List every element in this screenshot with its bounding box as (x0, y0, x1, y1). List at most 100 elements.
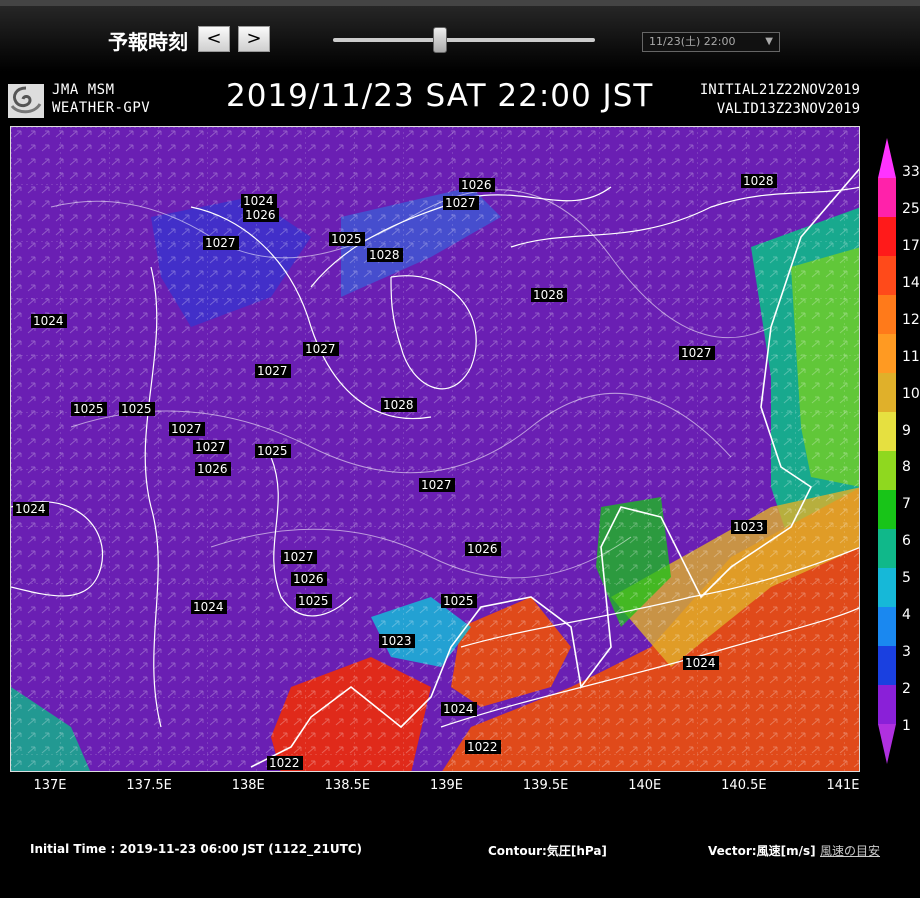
isobar-label: 1024 (191, 600, 227, 614)
svg-text:1024: 1024 (243, 194, 274, 208)
model-name-line2: WEATHER-GPV (52, 100, 151, 116)
isobar-label: 1024 (31, 314, 67, 328)
longitude-tick-label: 137.5E (126, 778, 172, 793)
svg-text:1027: 1027 (305, 342, 336, 356)
svg-text:1027: 1027 (681, 346, 712, 360)
svg-text:1024: 1024 (443, 702, 474, 716)
wind-speed-guide-link[interactable]: 風速の目安 (820, 842, 880, 859)
colorbar-segment (878, 646, 896, 686)
colorbar-label: 6 (902, 533, 911, 550)
svg-text:1025: 1025 (443, 594, 474, 608)
isobar-label: 1024 (441, 702, 477, 716)
svg-text:1028: 1028 (533, 288, 564, 302)
svg-text:1022: 1022 (269, 756, 300, 770)
time-select-value: 11/23(土) 22:00 (649, 35, 736, 48)
svg-text:1026: 1026 (467, 542, 498, 556)
weather-map: 1024 1026 1027 1025 1028 1026 1027 1028 1028 1024… (10, 126, 860, 772)
colorbar-bottom-tip (878, 724, 896, 764)
prev-time-button[interactable]: < (198, 26, 230, 52)
map-title: 2019/11/23 SAT 22:00 JST (226, 78, 654, 114)
time-select-dropdown[interactable]: 11/23(土) 22:00 ▼ (642, 32, 780, 52)
isobar-label: 1026 (195, 462, 231, 476)
isobar-label: 1027 (169, 422, 205, 436)
colorbar-segment (878, 295, 896, 335)
isobar-label: 1027 (443, 196, 479, 210)
next-time-button[interactable]: > (238, 26, 270, 52)
isobar-label: 1028 (367, 248, 403, 262)
colorbar-label: 9 (902, 422, 911, 439)
model-name-line1: JMA MSM (52, 82, 115, 98)
colorbar-segment (878, 373, 896, 413)
isobar-label: 1026 (291, 572, 327, 586)
isobar-label: 1022 (465, 740, 501, 754)
isobar-label: 1028 (531, 288, 567, 302)
svg-text:1024: 1024 (685, 656, 716, 670)
footer-contour-legend: Contour:気圧[hPa] (488, 844, 607, 858)
colorbar-label: 3 (902, 644, 911, 661)
isobar-label: 1023 (731, 520, 767, 534)
isobar-label: 1024 (13, 502, 49, 516)
isobar-label: 1025 (329, 232, 365, 246)
svg-text:1024: 1024 (193, 600, 224, 614)
forecast-time-label: 予報時刻 (108, 30, 188, 54)
svg-text:1026: 1026 (245, 208, 276, 222)
jma-logo-icon (8, 84, 44, 118)
colorbar-label: 17 (902, 237, 920, 254)
colorbar-label: 25 (902, 200, 920, 217)
footer-vector-legend: Vector:風速[m/s] (708, 844, 816, 858)
colorbar-label: 8 (902, 459, 911, 476)
longitude-tick-label: 140E (628, 778, 662, 793)
svg-text:1025: 1025 (331, 232, 362, 246)
colorbar-label: 33 (902, 164, 920, 180)
time-slider-track[interactable] (333, 38, 595, 42)
svg-text:1028: 1028 (743, 174, 774, 188)
colorbar-label: 14 (902, 274, 920, 291)
isobar-label: 1023 (379, 634, 415, 648)
longitude-tick-label: 137E (33, 778, 67, 793)
isobar-label: 1025 (71, 402, 107, 416)
colorbar-segment (878, 178, 896, 218)
svg-text:1026: 1026 (461, 178, 492, 192)
svg-text:1025: 1025 (298, 594, 329, 608)
svg-text:1025: 1025 (73, 402, 104, 416)
wind-speed-colorbar (878, 138, 896, 764)
valid-time-code: VALID13Z23NOV2019 (716, 101, 860, 117)
isobar-label: 1025 (296, 594, 332, 608)
svg-text:1027: 1027 (205, 236, 236, 250)
isobar-label: 1022 (267, 756, 303, 770)
colorbar-label: 1 (902, 718, 911, 734)
colorbar-segment (878, 256, 896, 296)
toolbar-strip (0, 0, 920, 6)
svg-text:1027: 1027 (421, 478, 452, 492)
colorbar-segment (878, 217, 896, 257)
top-toolbar: 予報時刻 < > 11/23(土) 22:00 ▼ (0, 0, 920, 72)
isobar-label: 1024 (241, 194, 277, 208)
svg-text:1025: 1025 (121, 402, 152, 416)
svg-text:1023: 1023 (733, 520, 764, 534)
isobar-label: 1027 (203, 236, 239, 250)
isobar-label: 1025 (255, 444, 291, 458)
svg-text:1027: 1027 (257, 364, 288, 378)
isobar-label: 1028 (741, 174, 777, 188)
chevron-down-icon: ▼ (765, 36, 773, 47)
svg-text:1028: 1028 (369, 248, 400, 262)
isobar-label: 1027 (419, 478, 455, 492)
colorbar-segment (878, 451, 896, 491)
isobar-label: 1027 (303, 342, 339, 356)
colorbar-label: 11 (902, 348, 920, 365)
svg-text:1028: 1028 (383, 398, 414, 412)
longitude-tick-label: 139.5E (522, 778, 569, 793)
time-slider-handle[interactable] (433, 27, 448, 53)
isobar-label: 1025 (119, 402, 155, 416)
svg-text:1024: 1024 (15, 502, 46, 516)
svg-text:1026: 1026 (197, 462, 228, 476)
colorbar-segment (878, 529, 896, 569)
colorbar-label: 5 (902, 570, 911, 587)
svg-text:1026: 1026 (293, 572, 324, 586)
svg-text:1027: 1027 (195, 440, 226, 454)
svg-text:1027: 1027 (171, 422, 202, 436)
svg-text:1023: 1023 (381, 634, 412, 648)
svg-text:1022: 1022 (467, 740, 498, 754)
colorbar-segment (878, 607, 896, 647)
longitude-tick-label: 138E (231, 778, 265, 793)
